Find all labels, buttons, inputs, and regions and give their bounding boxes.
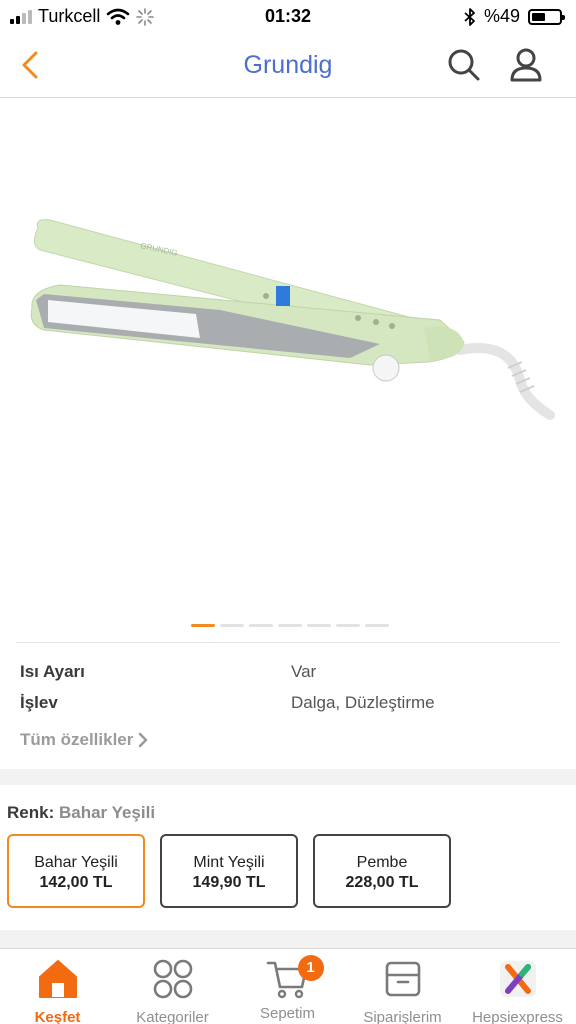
variant-name: Mint Yeşili [193,854,265,871]
variant-price: 228,00 TL [345,874,419,891]
spec-label: İşlev [20,693,58,712]
carousel-dot[interactable] [220,624,244,627]
variant-price: 149,90 TL [192,874,266,891]
box-icon [385,961,420,997]
section-separator [0,769,576,785]
carousel-dots[interactable] [191,624,389,627]
battery-icon [528,8,565,25]
battery-fill [532,12,545,21]
color-label-key: Renk: [7,803,55,822]
tab-label: Keşfet [34,1009,81,1024]
carousel-dot[interactable] [278,624,302,627]
color-variant-bahar-yesili[interactable]: Bahar Yeşili 142,00 TL [7,834,145,908]
spec-label: Isı Ayarı [20,662,85,681]
cart-icon-wrap: 1 [266,955,324,1001]
status-right: %49 [464,6,565,27]
product-image[interactable]: GRUNDIG [20,190,560,430]
user-account-icon[interactable] [508,47,544,83]
tab-bar: Keşfet Kategoriler 1 Sepetim Siparişleri… [0,948,576,1024]
variant-name: Bahar Yeşili [34,854,118,871]
tab-siparislerim[interactable]: Siparişlerim [345,957,460,1024]
variant-name: Pembe [356,854,408,871]
color-variant-pembe[interactable]: Pembe 228,00 TL [313,834,451,908]
page-title: Grundig [243,51,333,79]
nav-bar: Grundig [0,32,576,98]
carousel-dot[interactable] [365,624,389,627]
tab-label: Siparişlerim [363,1009,442,1024]
chevron-right-icon [139,732,148,748]
tab-label: Sepetim [259,1005,316,1022]
variant-price: 142,00 TL [39,874,113,891]
status-bar: Turkcell 01:32 %49 [0,0,576,32]
search-icon[interactable] [446,47,482,83]
color-selected-value: Bahar Yeşili [58,803,156,822]
battery-percent: %49 [483,6,520,26]
color-variant-mint-yesili[interactable]: Mint Yeşili 149,90 TL [160,834,298,908]
grid-icon [153,959,192,999]
home-icon [38,960,77,998]
carousel-dot[interactable] [191,624,215,627]
tab-sepetim[interactable]: 1 Sepetim [230,955,345,1022]
tab-label: Hepsiexpress [472,1009,563,1024]
spec-value: Dalga, Düzleştirme [291,693,435,712]
hepsiexpress-logo-icon [499,961,536,997]
carousel-dot[interactable] [307,624,331,627]
tab-label: Kategoriler [136,1009,209,1024]
all-specs-label: Tüm özellikler [20,730,134,749]
tab-kesfet[interactable]: Keşfet [0,957,115,1024]
divider [16,642,560,643]
carousel-dot[interactable] [249,624,273,627]
bluetooth-icon [464,7,475,26]
section-separator [0,930,576,948]
color-label: Renk: Bahar Yeşili [7,803,155,823]
all-specs-link[interactable]: Tüm özellikler [20,730,149,750]
tab-kategoriler[interactable]: Kategoriler [115,957,230,1024]
cart-badge: 1 [297,955,324,981]
spec-value: Var [291,662,317,681]
carousel-dot[interactable] [336,624,360,627]
tab-hepsiexpress[interactable]: Hepsiexpress [460,957,575,1024]
